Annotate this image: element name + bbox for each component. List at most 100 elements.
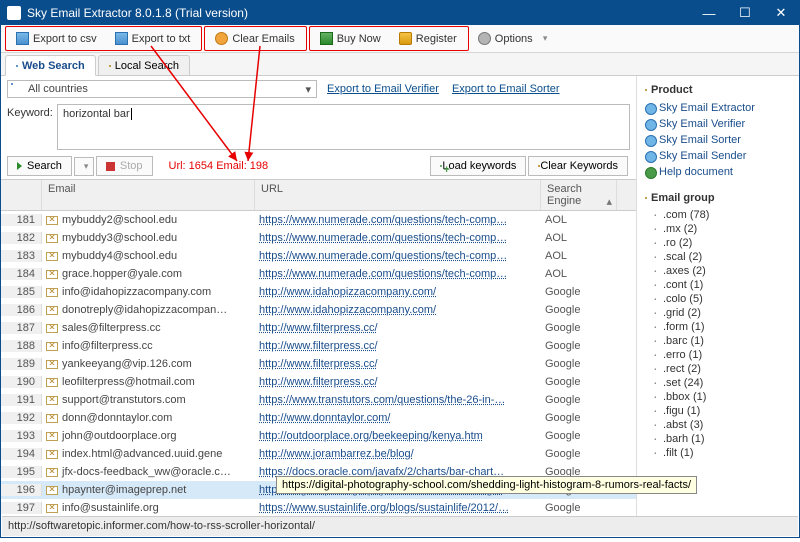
mail-icon (46, 504, 58, 513)
result-url[interactable]: https://www.numerade.com/questions/tech-… (259, 232, 507, 244)
result-url[interactable]: http://www.jorambarrez.be/blog/ (259, 448, 414, 460)
result-url[interactable]: http://www.filterpress.cc/ (259, 340, 378, 352)
table-row[interactable]: 193john@outdoorplace.orghttp://outdoorpl… (1, 427, 636, 445)
load-keywords-button[interactable]: Load keywords (430, 156, 526, 176)
email-group-item[interactable]: .ro (2) (645, 236, 795, 250)
export-verifier-link[interactable]: Export to Email Verifier (327, 83, 439, 95)
result-url[interactable]: http://www.idahopizzacompany.com/ (259, 286, 436, 298)
result-url[interactable]: https://www.transtutors.com/questions/th… (259, 394, 505, 406)
table-row[interactable]: 184grace.hopper@yale.comhttps://www.nume… (1, 265, 636, 283)
product-link[interactable]: Help document (645, 164, 795, 180)
table-row[interactable]: 182mybuddy3@school.eduhttps://www.numera… (1, 229, 636, 247)
keyword-input[interactable]: horizontal bar (57, 104, 630, 150)
email-group-item[interactable]: .scal (2) (645, 250, 795, 264)
maximize-button[interactable]: ☐ (727, 1, 763, 25)
export-sorter-link[interactable]: Export to Email Sorter (452, 83, 560, 95)
key-icon (399, 32, 412, 45)
table-row[interactable]: 185info@idahopizzacompany.comhttp://www.… (1, 283, 636, 301)
col-index[interactable] (1, 180, 42, 210)
table-row[interactable]: 181mybuddy2@school.eduhttps://www.numera… (1, 211, 636, 229)
keyword-label: Keyword: (7, 104, 57, 150)
table-row[interactable]: 192donn@donntaylor.comhttp://www.donntay… (1, 409, 636, 427)
email-group-item[interactable]: .com (78) (645, 208, 795, 222)
globe-icon (11, 83, 13, 85)
result-url[interactable]: http://www.filterpress.cc/ (259, 322, 378, 334)
folder-icon (645, 89, 647, 91)
email-group-item[interactable]: .rect (2) (645, 362, 795, 376)
table-row[interactable]: 194index.html@advanced.uuid.genehttp://w… (1, 445, 636, 463)
options-button[interactable]: Options (471, 29, 540, 48)
clear-keywords-button[interactable]: Clear Keywords (528, 156, 628, 176)
mail-icon (46, 216, 58, 225)
email-group-item[interactable]: .barh (1) (645, 432, 795, 446)
email-group-item[interactable]: .colo (5) (645, 292, 795, 306)
product-link[interactable]: Sky Email Extractor (645, 100, 795, 116)
result-url[interactable]: https://www.numerade.com/questions/tech-… (259, 214, 507, 226)
clear-emails-button[interactable]: Clear Emails (208, 29, 301, 48)
doc-icon (115, 32, 128, 45)
stop-icon (106, 162, 115, 171)
table-row[interactable]: 189yankeeyang@vip.126.comhttp://www.filt… (1, 355, 636, 373)
product-link[interactable]: Sky Email Verifier (645, 116, 795, 132)
email-group-item[interactable]: .filt (1) (645, 446, 795, 460)
mail-icon (46, 306, 58, 315)
email-group-item[interactable]: .grid (2) (645, 306, 795, 320)
email-group-item[interactable]: .cont (1) (645, 278, 795, 292)
result-url[interactable]: http://www.donntaylor.com/ (259, 412, 390, 424)
result-url[interactable]: http://outdoorplace.org/beekeeping/kenya… (259, 430, 483, 442)
mail-icon (46, 396, 58, 405)
close-button[interactable]: ✕ (763, 1, 799, 25)
clear-icon (215, 32, 228, 45)
statusbar: http://softwaretopic.informer.com/how-to… (2, 516, 798, 536)
search-button[interactable]: Search (7, 156, 72, 176)
table-row[interactable]: 191support@transtutors.comhttps://www.tr… (1, 391, 636, 409)
email-group-item[interactable]: .mx (2) (645, 222, 795, 236)
mail-icon (46, 432, 58, 441)
col-email[interactable]: Email (42, 180, 255, 210)
table-row[interactable]: 190leofilterpress@hotmail.comhttp://www.… (1, 373, 636, 391)
table-row[interactable]: 183mybuddy4@school.eduhttps://www.numera… (1, 247, 636, 265)
register-button[interactable]: Register (392, 29, 464, 48)
table-row[interactable]: 186donotreply@idahopizzacompan…http://ww… (1, 301, 636, 319)
export-csv-button[interactable]: Export to csv (9, 29, 104, 48)
result-url[interactable]: http://www.idahopizzacompany.com/ (259, 304, 436, 316)
url-email-stats: Url: 1654 Email: 198 (169, 160, 431, 172)
email-group-item[interactable]: .set (24) (645, 376, 795, 390)
mail-icon (46, 378, 58, 387)
table-row[interactable]: 188info@filterpress.cchttp://www.filterp… (1, 337, 636, 355)
email-group-item[interactable]: .erro (1) (645, 348, 795, 362)
email-group-item[interactable]: .axes (2) (645, 264, 795, 278)
email-group-item[interactable]: .figu (1) (645, 404, 795, 418)
mail-icon (46, 414, 58, 423)
col-url[interactable]: URL (255, 180, 541, 210)
country-select[interactable]: All countries (7, 80, 317, 98)
email-group-item[interactable]: .barc (1) (645, 334, 795, 348)
tab-local-search[interactable]: Local Search (98, 55, 190, 75)
col-engine[interactable]: Search Engine (541, 180, 617, 210)
doc-icon (16, 32, 29, 45)
export-txt-button[interactable]: Export to txt (108, 29, 198, 48)
result-url[interactable]: https://www.numerade.com/questions/tech-… (259, 268, 507, 280)
product-link[interactable]: Sky Email Sorter (645, 132, 795, 148)
email-group-item[interactable]: .form (1) (645, 320, 795, 334)
mail-icon (46, 486, 58, 495)
titlebar: Sky Email Extractor 8.0.1.8 (Trial versi… (1, 1, 799, 25)
table-row[interactable]: 197info@sustainlife.orghttps://www.susta… (1, 499, 636, 516)
tab-web-search[interactable]: Web Search (5, 55, 96, 76)
folder-icon (109, 65, 111, 67)
result-url[interactable]: https://www.sustainlife.org/blogs/sustai… (259, 502, 509, 514)
search-split[interactable]: ▾ (74, 157, 94, 176)
result-url[interactable]: https://www.numerade.com/questions/tech-… (259, 250, 507, 262)
product-link[interactable]: Sky Email Sender (645, 148, 795, 164)
stop-button[interactable]: Stop (96, 156, 153, 176)
minimize-button[interactable]: — (691, 1, 727, 25)
table-row[interactable]: 187sales@filterpress.cchttp://www.filter… (1, 319, 636, 337)
mail-icon (46, 450, 58, 459)
email-group-item[interactable]: .bbox (1) (645, 390, 795, 404)
mail-icon (46, 324, 58, 333)
result-url[interactable]: http://www.filterpress.cc/ (259, 376, 378, 388)
buy-now-button[interactable]: Buy Now (313, 29, 388, 48)
email-group-item[interactable]: .abst (3) (645, 418, 795, 432)
result-url[interactable]: http://www.filterpress.cc/ (259, 358, 378, 370)
product-header: Product (645, 84, 795, 96)
